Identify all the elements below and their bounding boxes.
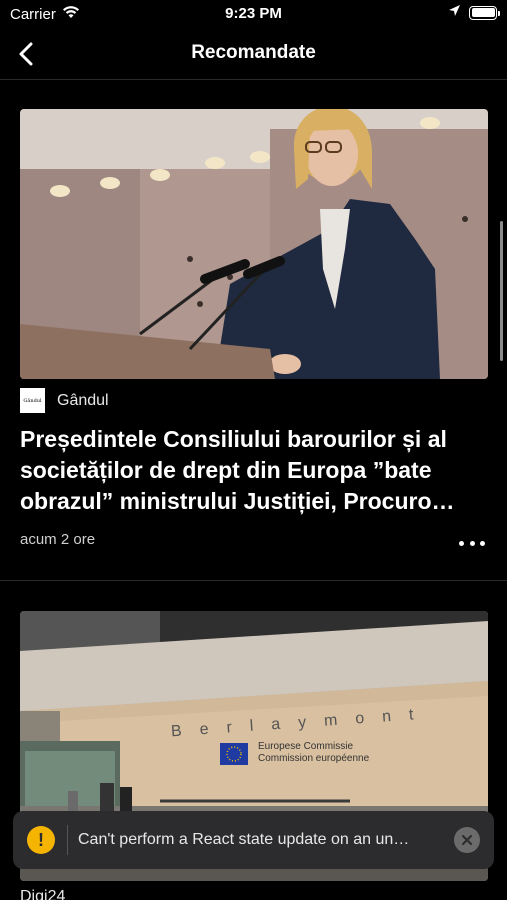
- battery-icon: [469, 5, 500, 20]
- more-dot: [480, 540, 485, 546]
- warning-icon: !: [27, 826, 55, 854]
- scroll-indicator[interactable]: [500, 221, 503, 361]
- article-time: acum 2 ore: [20, 531, 96, 548]
- more-options-button[interactable]: [459, 536, 485, 550]
- source-name: Gândul: [57, 391, 109, 409]
- page-title: Recomandate: [191, 42, 316, 63]
- toast-divider: [67, 825, 68, 855]
- article-card[interactable]: Gândul Gândul Președintele Consiliului b…: [0, 81, 507, 581]
- status-time: 9:23 PM: [225, 5, 282, 22]
- location-arrow-icon: [448, 4, 461, 21]
- article-headline[interactable]: Președintele Consiliului barourilor și a…: [20, 424, 490, 517]
- plaque-line-1: Europese Commissie: [258, 741, 353, 752]
- source-name: Digi24: [20, 888, 66, 900]
- article-image[interactable]: [20, 109, 488, 379]
- toast-close-button[interactable]: [454, 827, 480, 853]
- status-bar: Carrier 9:23 PM: [0, 0, 507, 28]
- plaque-line-2: Commission européenne: [258, 753, 370, 764]
- more-dot: [469, 540, 475, 546]
- article-source[interactable]: Gândul Gândul: [20, 388, 109, 413]
- navigation-bar: Recomandate: [0, 28, 507, 80]
- toast-message[interactable]: Can't perform a React state update on an…: [78, 831, 444, 849]
- article-feed[interactable]: Gândul Gândul Președintele Consiliului b…: [0, 81, 507, 900]
- source-logo: Gândul: [20, 388, 45, 413]
- close-icon: [462, 835, 472, 845]
- status-right: [448, 4, 500, 21]
- warning-toast[interactable]: ! Can't perform a React state update on …: [13, 811, 494, 869]
- more-dot: [459, 540, 464, 546]
